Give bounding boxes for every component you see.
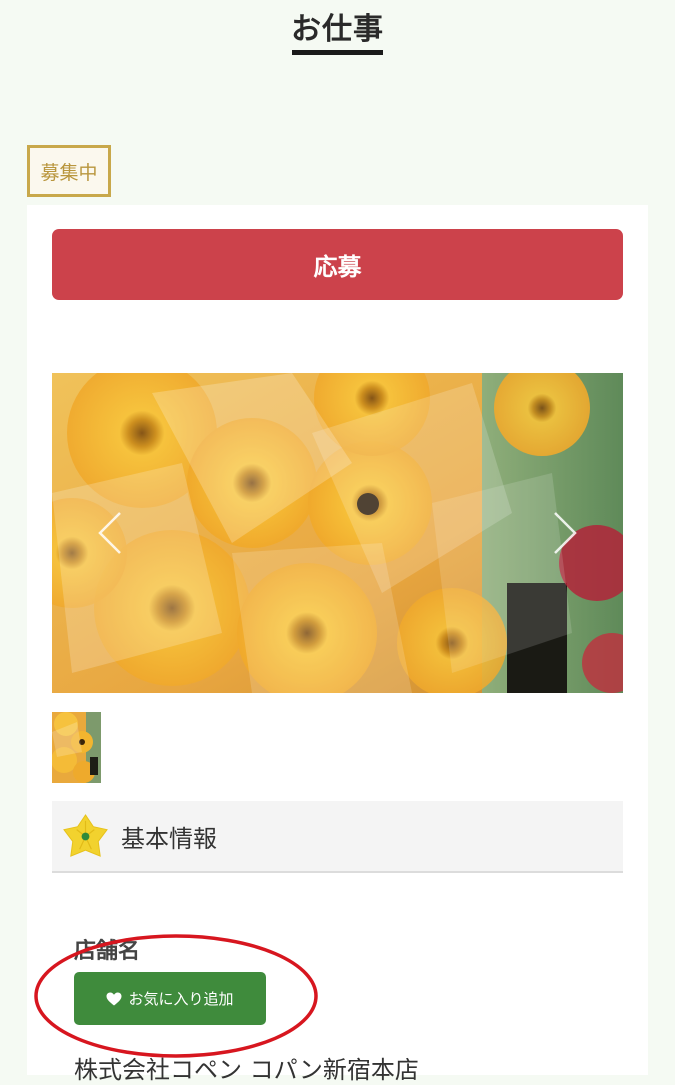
chevron-right-icon — [554, 512, 577, 554]
page-title: お仕事 — [291, 12, 384, 47]
heart-icon — [106, 992, 122, 1005]
apply-button[interactable]: 応募 — [52, 229, 623, 300]
status-badge: 募集中 — [27, 145, 111, 197]
favorite-label: お気に入り追加 — [128, 990, 234, 1008]
thumbnail-image — [52, 712, 101, 783]
basic-info-header: 基本情報 — [52, 801, 623, 873]
add-favorite-button[interactable]: お気に入り追加 — [74, 972, 266, 1025]
carousel-next-button[interactable] — [545, 507, 585, 559]
flower-icon — [63, 814, 108, 857]
carousel-photo — [52, 373, 623, 693]
chevron-left-icon — [98, 512, 121, 554]
shop-name-label: 店舗名 — [74, 939, 141, 964]
section-title: 基本情報 — [121, 825, 217, 853]
gallery-thumbnail[interactable] — [52, 712, 101, 783]
shop-name-value: 株式会社コペン コパン新宿本店 — [74, 1056, 419, 1084]
carousel-prev-button[interactable] — [90, 507, 130, 559]
title-underline — [292, 50, 383, 55]
image-carousel[interactable] — [52, 373, 623, 693]
